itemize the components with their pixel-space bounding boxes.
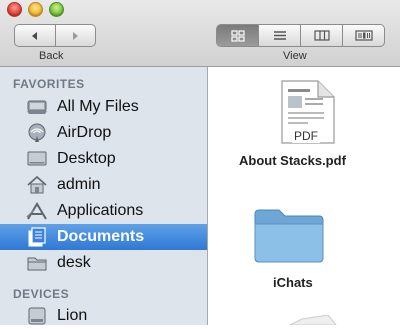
sidebar-item-label: Applications bbox=[57, 202, 144, 219]
sidebar: FAVORITES All My Files AirDrop Desktop a… bbox=[0, 67, 208, 325]
chevron-left-icon bbox=[31, 31, 37, 40]
sidebar-item-label: Desktop bbox=[57, 150, 116, 167]
sidebar-item-label: AirDrop bbox=[57, 124, 112, 141]
sidebar-item-desktop[interactable]: Desktop bbox=[0, 146, 207, 172]
toolbar: Back View bbox=[0, 0, 400, 67]
home-icon bbox=[25, 175, 49, 195]
sidebar-item-label: desk bbox=[57, 254, 91, 271]
file-browser-content: PDF About Stacks.pdf iChats bbox=[208, 67, 400, 325]
sidebar-item-desk[interactable]: desk bbox=[0, 250, 207, 276]
sidebar-item-label: admin bbox=[57, 176, 101, 193]
icon-view-icon bbox=[230, 29, 245, 42]
folder-icon bbox=[25, 253, 49, 273]
favorites-header: FAVORITES bbox=[13, 77, 85, 91]
back-label: Back bbox=[39, 50, 64, 62]
list-view-button[interactable] bbox=[259, 25, 301, 46]
sidebar-item-label: Documents bbox=[57, 228, 145, 245]
all-files-icon bbox=[25, 97, 49, 117]
devices-header: DEVICES bbox=[13, 287, 70, 301]
sidebar-item-applications[interactable]: Applications bbox=[0, 198, 207, 224]
back-button[interactable] bbox=[15, 25, 56, 46]
sidebar-item-label: All My Files bbox=[57, 98, 139, 115]
documents-icon bbox=[25, 227, 49, 247]
airdrop-icon bbox=[25, 123, 49, 143]
back-forward-control bbox=[14, 24, 96, 47]
close-window-button[interactable] bbox=[7, 2, 22, 17]
file-icon-partial bbox=[289, 315, 337, 325]
file-name: About Stacks.pdf bbox=[239, 153, 346, 168]
desktop-icon bbox=[25, 149, 49, 169]
sidebar-item-documents[interactable]: Documents bbox=[0, 224, 207, 250]
icon-view-button[interactable] bbox=[217, 25, 259, 46]
forward-button[interactable] bbox=[56, 25, 96, 46]
applications-icon bbox=[25, 201, 49, 221]
view-label: View bbox=[283, 50, 307, 62]
drive-icon bbox=[25, 306, 49, 326]
chevron-right-icon bbox=[73, 31, 79, 40]
view-mode-control bbox=[216, 24, 385, 47]
sidebar-item-admin[interactable]: admin bbox=[0, 172, 207, 198]
sidebar-item-lion[interactable]: Lion bbox=[0, 303, 207, 329]
zoom-window-button[interactable] bbox=[49, 2, 64, 17]
file-name: iChats bbox=[273, 275, 313, 290]
sidebar-item-label: Lion bbox=[57, 307, 88, 324]
minimize-window-button[interactable] bbox=[28, 2, 43, 17]
coverflow-view-button[interactable] bbox=[343, 25, 384, 46]
coverflow-view-icon bbox=[354, 30, 373, 41]
pdf-badge: PDF bbox=[292, 129, 320, 143]
sidebar-item-all-my-files[interactable]: All My Files bbox=[0, 94, 207, 120]
list-view-icon bbox=[273, 31, 286, 40]
column-view-button[interactable] bbox=[301, 25, 343, 46]
column-view-icon bbox=[313, 30, 330, 41]
sidebar-item-airdrop[interactable]: AirDrop bbox=[0, 120, 207, 146]
folder-icon bbox=[254, 209, 324, 263]
